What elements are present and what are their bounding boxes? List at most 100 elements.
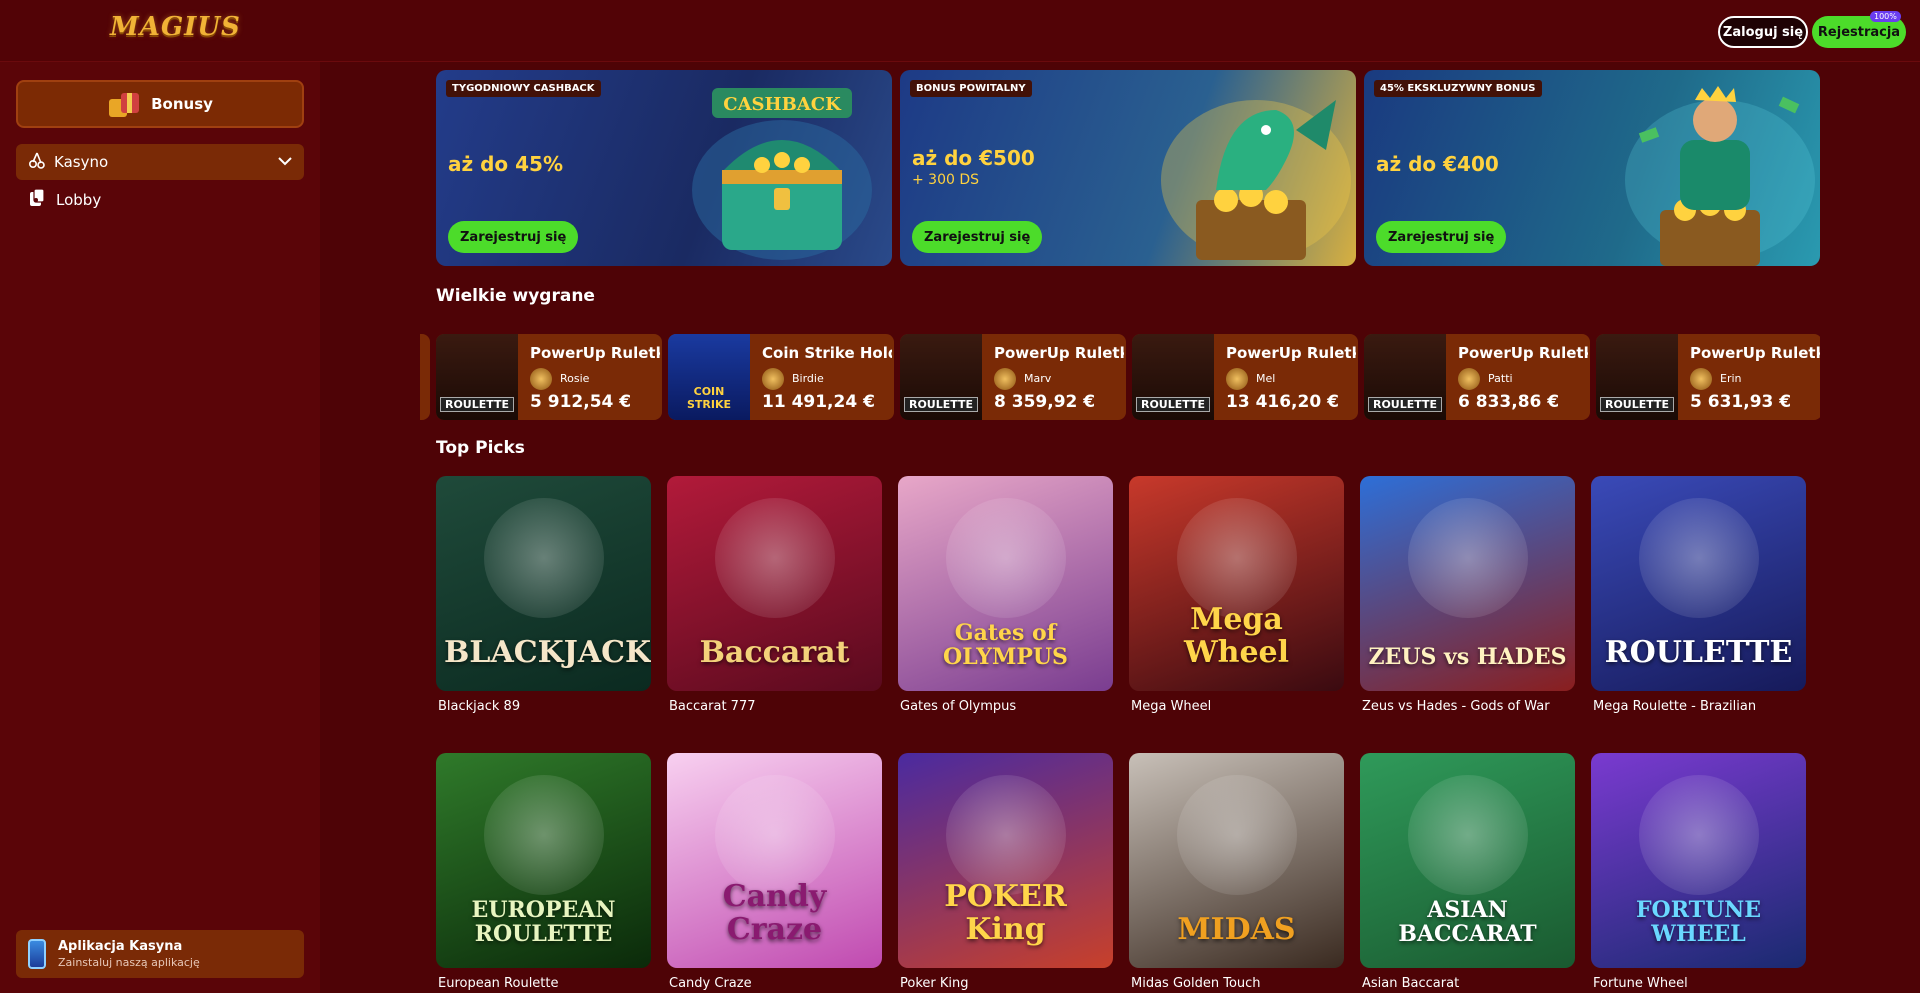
game-thumbnail: ROULETTE: [1364, 334, 1446, 420]
promo-amount: aż do €400: [1376, 152, 1499, 176]
register-badge: 100%: [1870, 11, 1901, 22]
game-title[interactable]: Candy Craze: [669, 976, 752, 991]
tile-glow: [1638, 497, 1759, 618]
promo-cashback[interactable]: CASHBACK TYGODNIOWY CASHBACK aż do 45% Z…: [436, 70, 892, 266]
win-amount: 11 491,24 €: [762, 392, 875, 412]
avatar: [530, 368, 552, 390]
game-tile[interactable]: FORTUNE WHEEL: [1591, 753, 1806, 968]
tile-art-text: Baccarat: [699, 635, 850, 670]
promo-exclusive[interactable]: 45% EKSKLUZYWNY BONUS aż do €400 Zarejes…: [1364, 70, 1820, 266]
game-tile[interactable]: BLACKJACK: [436, 476, 651, 691]
game-title[interactable]: Mega Wheel: [1131, 699, 1211, 714]
big-wins-title: Wielkie wygrane: [436, 286, 595, 306]
game-tile[interactable]: POKER King: [898, 753, 1113, 968]
avatar: [1226, 368, 1248, 390]
win-game-name: PowerUp Ruletka: [530, 344, 660, 362]
big-win-card[interactable]: ROULETTE PowerUp Ruletka Mel 13 416,20 €: [1132, 334, 1358, 420]
chevron-down-icon[interactable]: [278, 154, 292, 170]
thumbnail-label: COIN STRIKE: [686, 385, 732, 411]
win-username: Rosie: [560, 372, 590, 385]
win-username: Marv: [1024, 372, 1052, 385]
sidebar-item-lobby[interactable]: Lobby: [28, 188, 101, 212]
login-button[interactable]: Zaloguj się: [1718, 16, 1808, 48]
big-win-card[interactable]: COIN STRIKE Coin Strike Hold Birdie 11 491,…: [668, 334, 894, 420]
promo-register-button[interactable]: Zarejestruj się: [1376, 221, 1507, 253]
tile-glow: [1176, 497, 1297, 618]
game-title[interactable]: Fortune Wheel: [1593, 976, 1688, 991]
game-thumbnail: ROULETTE: [436, 334, 518, 420]
top-picks-title: Top Picks: [436, 438, 525, 458]
avatar: [994, 368, 1016, 390]
big-win-card[interactable]: ROULETTE PowerUp Ruletka Marv 8 359,92 €: [900, 334, 1126, 420]
promo-register-button[interactable]: Zarejestruj się: [448, 221, 579, 253]
win-amount: 8 359,92 €: [994, 392, 1096, 412]
cashback-art-text: CASHBACK: [723, 94, 842, 115]
tile-art-text: ZEUS vs HADES: [1368, 643, 1567, 670]
big-win-card[interactable]: ROULETTE PowerUp Ruletka Patti 6 833,86 €: [1364, 334, 1590, 420]
promo-amount: aż do €500: [912, 146, 1035, 170]
game-title[interactable]: Zeus vs Hades - Gods of War: [1362, 699, 1550, 714]
game-title[interactable]: Mega Roulette - Brazilian: [1593, 699, 1756, 714]
sidebar-item-casino[interactable]: Kasyno: [16, 144, 304, 180]
promo-tag: TYGODNIOWY CASHBACK: [446, 80, 601, 97]
promo-tag: BONUS POWITALNY: [910, 80, 1032, 97]
game-thumbnail: ROULETTE: [1596, 334, 1678, 420]
promo-welcome[interactable]: BONUS POWITALNY aż do €500 + 300 DS Zare…: [900, 70, 1356, 266]
win-game-name: PowerUp Ruletka: [994, 344, 1124, 362]
game-tile[interactable]: ROULETTE: [1591, 476, 1806, 691]
game-title[interactable]: Baccarat 777: [669, 699, 756, 714]
gift-icon: [107, 89, 141, 119]
bonus-button[interactable]: Bonusy: [16, 80, 304, 128]
game-tile[interactable]: ASIAN BACCARAT: [1360, 753, 1575, 968]
game-tile[interactable]: MIDAS: [1129, 753, 1344, 968]
game-title[interactable]: Gates of Olympus: [900, 699, 1016, 714]
promo-register-button[interactable]: Zarejestruj się: [912, 221, 1043, 253]
game-tile[interactable]: Candy Craze: [667, 753, 882, 968]
treasure-chest-icon: CASHBACK: [692, 88, 872, 260]
tile-art-text: Gates of OLYMPUS: [943, 619, 1068, 670]
tile-glow: [1407, 497, 1528, 618]
game-title[interactable]: Midas Golden Touch: [1131, 976, 1261, 991]
win-game-name: Coin Strike Hold: [762, 344, 892, 362]
win-username: Erin: [1720, 372, 1742, 385]
big-win-card[interactable]: ROULETTE PowerUp Ruletka Erin 5 631,93 €: [1596, 334, 1820, 420]
thumbnail-label: ROULETTE: [904, 397, 978, 412]
game-title[interactable]: Poker King: [900, 976, 969, 991]
game-tile[interactable]: Gates of OLYMPUS: [898, 476, 1113, 691]
game-tile[interactable]: EUROPEAN ROULETTE: [436, 753, 651, 968]
cards-icon: [28, 188, 46, 212]
promo-amount: aż do 45%: [448, 152, 563, 176]
tile-art-text: POKER King: [944, 879, 1067, 947]
game-title[interactable]: Asian Baccarat: [1362, 976, 1459, 991]
game-title[interactable]: Blackjack 89: [438, 699, 520, 714]
game-thumbnail: ROULETTE: [900, 334, 982, 420]
win-game-name: PowerUp Ruletka: [1458, 344, 1588, 362]
tile-art-text: EUROPEAN ROULETTE: [471, 896, 616, 947]
casino-logo[interactable]: MAGIUS: [110, 12, 241, 42]
sidebar: Bonusy Kasyno Lobby Aplikacja Kasyna Zai…: [0, 62, 320, 993]
promo-subtext: + 300 DS: [912, 172, 980, 188]
tile-glow: [714, 497, 835, 618]
big-wins-carousel[interactable]: ROULETTE PowerUp Ruletka Rosie 5 912,54 € CO…: [420, 334, 1820, 420]
tile-art-text: Mega Wheel: [1183, 602, 1290, 670]
win-game-name: PowerUp Ruletka: [1226, 344, 1356, 362]
game-tile[interactable]: Baccarat: [667, 476, 882, 691]
app-download-card[interactable]: Aplikacja Kasyna Zainstaluj naszą aplika…: [16, 930, 304, 978]
game-tile[interactable]: Mega Wheel: [1129, 476, 1344, 691]
dragon-icon: [1161, 100, 1351, 260]
tile-art-text: BLACKJACK: [444, 635, 651, 670]
thumbnail-label: ROULETTE: [1600, 397, 1674, 412]
game-thumbnail: ROULETTE: [1132, 334, 1214, 420]
tile-glow: [1176, 774, 1297, 895]
big-win-card[interactable]: ROULETTE PowerUp Ruletka Rosie 5 912,54 €: [436, 334, 662, 420]
tile-glow: [945, 497, 1066, 618]
game-tile[interactable]: ZEUS vs HADES: [1360, 476, 1575, 691]
cherry-icon: [28, 151, 46, 173]
tile-art-text: MIDAS: [1177, 912, 1296, 947]
tile-glow: [714, 774, 835, 895]
avatar: [762, 368, 784, 390]
tile-glow: [1638, 774, 1759, 895]
game-title[interactable]: European Roulette: [438, 976, 559, 991]
tile-glow: [945, 774, 1066, 895]
tile-art-text: ROULETTE: [1604, 635, 1793, 670]
